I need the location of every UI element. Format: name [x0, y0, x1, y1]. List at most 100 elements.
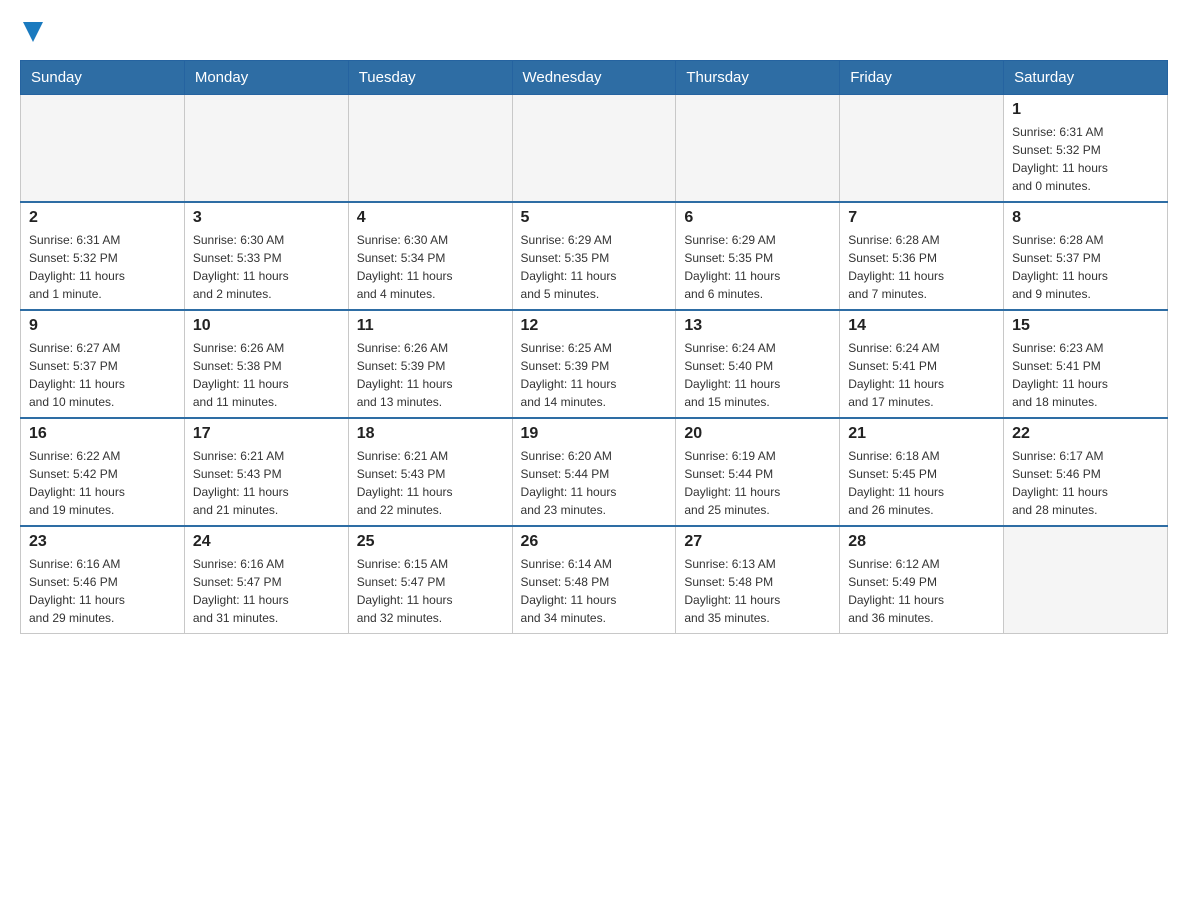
day-number: 15	[1012, 317, 1159, 335]
day-info: Sunrise: 6:15 AM Sunset: 5:47 PM Dayligh…	[357, 555, 504, 627]
day-info: Sunrise: 6:30 AM Sunset: 5:34 PM Dayligh…	[357, 231, 504, 303]
day-number: 12	[521, 317, 668, 335]
calendar-cell: 25 Sunrise: 6:15 AM Sunset: 5:47 PM Dayli…	[348, 526, 512, 634]
calendar-table: SundayMondayTuesdayWednesdayThursdayFrid…	[20, 60, 1168, 634]
weekday-header-wednesday: Wednesday	[512, 61, 676, 95]
day-number: 24	[193, 533, 340, 551]
calendar-cell: 17Sunrise: 6:21 AM Sunset: 5:43 PM Dayli…	[184, 418, 348, 526]
day-number: 14	[848, 317, 995, 335]
day-info: Sunrise: 6:21 AM Sunset: 5:43 PM Dayligh…	[357, 447, 504, 519]
calendar-cell: 16Sunrise: 6:22 AM Sunset: 5:42 PM Dayli…	[21, 418, 185, 526]
calendar-cell: 27 Sunrise: 6:13 AM Sunset: 5:48 PM Dayli…	[676, 526, 840, 634]
day-number: 3	[193, 209, 340, 227]
day-number: 16	[29, 425, 176, 443]
day-info: Sunrise: 6:30 AM Sunset: 5:33 PM Dayligh…	[193, 231, 340, 303]
day-info: Sunrise: 6:14 AM Sunset: 5:48 PM Dayligh…	[521, 555, 668, 627]
day-number: 26	[521, 533, 668, 551]
day-info: Sunrise: 6:16 AM Sunset: 5:46 PM Dayligh…	[29, 555, 176, 627]
weekday-header-sunday: Sunday	[21, 61, 185, 95]
weekday-header-tuesday: Tuesday	[348, 61, 512, 95]
day-info: Sunrise: 6:18 AM Sunset: 5:45 PM Dayligh…	[848, 447, 995, 519]
page-header	[20, 20, 1168, 44]
day-info: Sunrise: 6:27 AM Sunset: 5:37 PM Dayligh…	[29, 339, 176, 411]
day-info: Sunrise: 6:31 AM Sunset: 5:32 PM Dayligh…	[1012, 123, 1159, 195]
day-number: 9	[29, 317, 176, 335]
day-info: Sunrise: 6:26 AM Sunset: 5:39 PM Dayligh…	[357, 339, 504, 411]
calendar-cell: 2Sunrise: 6:31 AM Sunset: 5:32 PM Daylig…	[21, 202, 185, 310]
day-number: 11	[357, 317, 504, 335]
day-number: 8	[1012, 209, 1159, 227]
day-number: 4	[357, 209, 504, 227]
day-number: 10	[193, 317, 340, 335]
logo	[20, 20, 45, 44]
calendar-cell: 8 Sunrise: 6:28 AM Sunset: 5:37 PM Daylig…	[1004, 202, 1168, 310]
calendar-cell: 3 Sunrise: 6:30 AM Sunset: 5:33 PM Daylig…	[184, 202, 348, 310]
day-info: Sunrise: 6:20 AM Sunset: 5:44 PM Dayligh…	[521, 447, 668, 519]
day-info: Sunrise: 6:13 AM Sunset: 5:48 PM Dayligh…	[684, 555, 831, 627]
calendar-cell: 9 Sunrise: 6:27 AM Sunset: 5:37 PM Daylig…	[21, 310, 185, 418]
calendar-cell	[21, 95, 185, 203]
calendar-week-row: 16Sunrise: 6:22 AM Sunset: 5:42 PM Dayli…	[21, 418, 1168, 526]
weekday-header-thursday: Thursday	[676, 61, 840, 95]
day-info: Sunrise: 6:19 AM Sunset: 5:44 PM Dayligh…	[684, 447, 831, 519]
calendar-cell: 23 Sunrise: 6:16 AM Sunset: 5:46 PM Dayli…	[21, 526, 185, 634]
day-info: Sunrise: 6:29 AM Sunset: 5:35 PM Dayligh…	[521, 231, 668, 303]
calendar-cell	[840, 95, 1004, 203]
day-number: 22	[1012, 425, 1159, 443]
day-number: 6	[684, 209, 831, 227]
logo-arrow-icon	[23, 22, 45, 44]
day-info: Sunrise: 6:28 AM Sunset: 5:36 PM Dayligh…	[848, 231, 995, 303]
day-info: Sunrise: 6:24 AM Sunset: 5:40 PM Dayligh…	[684, 339, 831, 411]
calendar-cell: 21 Sunrise: 6:18 AM Sunset: 5:45 PM Dayli…	[840, 418, 1004, 526]
calendar-cell: 5 Sunrise: 6:29 AM Sunset: 5:35 PM Daylig…	[512, 202, 676, 310]
weekday-header-saturday: Saturday	[1004, 61, 1168, 95]
day-info: Sunrise: 6:21 AM Sunset: 5:43 PM Dayligh…	[193, 447, 340, 519]
day-info: Sunrise: 6:29 AM Sunset: 5:35 PM Dayligh…	[684, 231, 831, 303]
calendar-week-row: 9 Sunrise: 6:27 AM Sunset: 5:37 PM Daylig…	[21, 310, 1168, 418]
calendar-cell: 14 Sunrise: 6:24 AM Sunset: 5:41 PM Dayli…	[840, 310, 1004, 418]
day-info: Sunrise: 6:12 AM Sunset: 5:49 PM Dayligh…	[848, 555, 995, 627]
calendar-cell: 28 Sunrise: 6:12 AM Sunset: 5:49 PM Dayli…	[840, 526, 1004, 634]
day-number: 5	[521, 209, 668, 227]
weekday-header-monday: Monday	[184, 61, 348, 95]
day-number: 21	[848, 425, 995, 443]
day-info: Sunrise: 6:23 AM Sunset: 5:41 PM Dayligh…	[1012, 339, 1159, 411]
calendar-week-row: 23 Sunrise: 6:16 AM Sunset: 5:46 PM Dayli…	[21, 526, 1168, 634]
calendar-cell	[676, 95, 840, 203]
day-info: Sunrise: 6:24 AM Sunset: 5:41 PM Dayligh…	[848, 339, 995, 411]
calendar-week-row: 2Sunrise: 6:31 AM Sunset: 5:32 PM Daylig…	[21, 202, 1168, 310]
day-number: 27	[684, 533, 831, 551]
day-info: Sunrise: 6:31 AM Sunset: 5:32 PM Dayligh…	[29, 231, 176, 303]
calendar-cell: 24 Sunrise: 6:16 AM Sunset: 5:47 PM Dayli…	[184, 526, 348, 634]
day-number: 1	[1012, 101, 1159, 119]
weekday-header-row: SundayMondayTuesdayWednesdayThursdayFrid…	[21, 61, 1168, 95]
calendar-cell: 18 Sunrise: 6:21 AM Sunset: 5:43 PM Dayli…	[348, 418, 512, 526]
calendar-cell	[512, 95, 676, 203]
day-number: 18	[357, 425, 504, 443]
day-number: 13	[684, 317, 831, 335]
calendar-week-row: 1 Sunrise: 6:31 AM Sunset: 5:32 PM Daylig…	[21, 95, 1168, 203]
day-number: 25	[357, 533, 504, 551]
calendar-cell: 1 Sunrise: 6:31 AM Sunset: 5:32 PM Daylig…	[1004, 95, 1168, 203]
day-info: Sunrise: 6:16 AM Sunset: 5:47 PM Dayligh…	[193, 555, 340, 627]
day-number: 23	[29, 533, 176, 551]
calendar-cell: 15 Sunrise: 6:23 AM Sunset: 5:41 PM Dayli…	[1004, 310, 1168, 418]
day-number: 20	[684, 425, 831, 443]
day-info: Sunrise: 6:28 AM Sunset: 5:37 PM Dayligh…	[1012, 231, 1159, 303]
day-number: 7	[848, 209, 995, 227]
calendar-cell: 11 Sunrise: 6:26 AM Sunset: 5:39 PM Dayli…	[348, 310, 512, 418]
calendar-cell	[184, 95, 348, 203]
calendar-cell: 13 Sunrise: 6:24 AM Sunset: 5:40 PM Dayli…	[676, 310, 840, 418]
calendar-cell: 26 Sunrise: 6:14 AM Sunset: 5:48 PM Dayli…	[512, 526, 676, 634]
calendar-cell	[348, 95, 512, 203]
calendar-cell: 4 Sunrise: 6:30 AM Sunset: 5:34 PM Daylig…	[348, 202, 512, 310]
day-number: 28	[848, 533, 995, 551]
calendar-cell	[1004, 526, 1168, 634]
day-number: 19	[521, 425, 668, 443]
day-info: Sunrise: 6:25 AM Sunset: 5:39 PM Dayligh…	[521, 339, 668, 411]
calendar-cell: 22 Sunrise: 6:17 AM Sunset: 5:46 PM Dayli…	[1004, 418, 1168, 526]
day-info: Sunrise: 6:26 AM Sunset: 5:38 PM Dayligh…	[193, 339, 340, 411]
day-info: Sunrise: 6:17 AM Sunset: 5:46 PM Dayligh…	[1012, 447, 1159, 519]
calendar-cell: 6 Sunrise: 6:29 AM Sunset: 5:35 PM Daylig…	[676, 202, 840, 310]
calendar-cell: 19 Sunrise: 6:20 AM Sunset: 5:44 PM Dayli…	[512, 418, 676, 526]
